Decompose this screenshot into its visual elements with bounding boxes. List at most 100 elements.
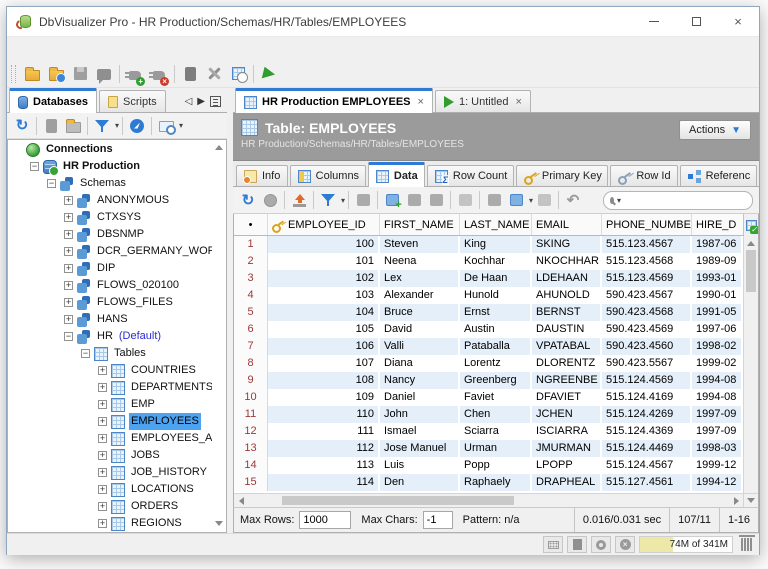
cell[interactable]: Chen — [460, 406, 532, 423]
insert-row-button[interactable] — [381, 189, 403, 211]
disconnect-button[interactable] — [147, 62, 171, 86]
column-header-email[interactable]: EMAIL — [532, 214, 602, 235]
close-button[interactable]: × — [717, 7, 759, 36]
tree-expander-icon[interactable]: + — [64, 281, 73, 290]
close-tab-icon[interactable]: × — [515, 96, 521, 108]
row-number[interactable]: 8 — [234, 355, 268, 372]
cell[interactable]: ISCIARRA — [532, 423, 602, 440]
cell[interactable]: Nancy — [380, 372, 460, 389]
tree-expander-icon[interactable]: + — [98, 468, 107, 477]
cell[interactable]: Steven — [380, 236, 460, 253]
cell[interactable]: 102 — [268, 270, 380, 287]
tree-node-regions[interactable]: + REGIONS — [9, 515, 212, 531]
tree-expander-icon[interactable]: + — [64, 230, 73, 239]
cell[interactable]: Luis — [380, 457, 460, 474]
tree-node-connections[interactable]: Connections — [9, 141, 212, 158]
cell[interactable]: LPOPP — [532, 457, 602, 474]
tree-expander-icon[interactable]: + — [64, 264, 73, 273]
cell[interactable]: De Haan — [460, 270, 532, 287]
row-number[interactable]: 7 — [234, 338, 268, 355]
scroll-right-icon[interactable] — [729, 494, 743, 508]
cell[interactable]: 1998-02 — [692, 338, 743, 355]
cell[interactable]: Greenberg — [460, 372, 532, 389]
cell[interactable]: Valli — [380, 338, 460, 355]
search-input[interactable] — [624, 193, 766, 208]
horizontal-scrollbar[interactable] — [234, 493, 758, 507]
tab-untitled[interactable]: 1: Untitled × — [435, 90, 531, 112]
tree-expander-icon[interactable]: + — [98, 451, 107, 460]
cell[interactable]: 101 — [268, 253, 380, 270]
cell[interactable]: 515.123.4569 — [602, 270, 692, 287]
tree-expander-icon[interactable]: + — [64, 213, 73, 222]
subtab-referenc[interactable]: Referenc — [680, 165, 757, 186]
tree-node-orders[interactable]: + ORDERS — [9, 498, 212, 515]
status-settings-button[interactable] — [591, 536, 611, 553]
table-row[interactable]: 1100StevenKingSKING515.123.45671987-06 — [234, 236, 743, 253]
table-row[interactable]: 11110JohnChenJCHEN515.124.42691997-09 — [234, 406, 743, 423]
max-chars-input[interactable] — [423, 511, 453, 529]
cell[interactable]: Alexander — [380, 287, 460, 304]
tree-node-hr[interactable]: − HR (Default) — [9, 328, 212, 345]
cell[interactable]: BERNST — [532, 304, 602, 321]
connect-selected-button[interactable] — [126, 115, 148, 137]
cell[interactable]: Ernst — [460, 304, 532, 321]
search-caret-icon[interactable]: ▾ — [617, 196, 621, 205]
subtab-primary-key[interactable]: Primary Key — [516, 165, 608, 186]
tree-node-dbsnmp[interactable]: + DBSNMP — [9, 226, 212, 243]
table-row[interactable]: 4103AlexanderHunoldAHUNOLD590.423.456719… — [234, 287, 743, 304]
tree-expander-icon[interactable]: − — [81, 349, 90, 358]
describe-button[interactable] — [483, 189, 505, 211]
cell[interactable]: 515.124.4469 — [602, 440, 692, 457]
table-row[interactable]: 6105DavidAustinDAUSTIN590.423.45691997-0… — [234, 321, 743, 338]
table-row[interactable]: 10109DanielFavietDFAVIET515.124.41691994… — [234, 389, 743, 406]
cell[interactable]: 590.423.4568 — [602, 304, 692, 321]
actions-button[interactable]: Actions ▼ — [679, 120, 751, 140]
export-button[interactable] — [288, 189, 310, 211]
row-number[interactable]: 15 — [234, 474, 268, 491]
cell[interactable]: 108 — [268, 372, 380, 389]
cell[interactable]: John — [380, 406, 460, 423]
cell[interactable]: 1994-08 — [692, 372, 743, 389]
table-row[interactable]: 9108NancyGreenbergNGREENBE515.124.456919… — [234, 372, 743, 389]
delete-row-button[interactable] — [425, 189, 447, 211]
cell[interactable]: 515.124.4269 — [602, 406, 692, 423]
column-header-employee_id[interactable]: EMPLOYEE_ID — [268, 214, 380, 235]
tree-node-anonymous[interactable]: + ANONYMOUS — [9, 192, 212, 209]
cell[interactable]: Austin — [460, 321, 532, 338]
cell[interactable]: 110 — [268, 406, 380, 423]
cell[interactable]: AHUNOLD — [532, 287, 602, 304]
tree-expander-icon[interactable]: + — [64, 247, 73, 256]
cell[interactable]: 515.124.4567 — [602, 457, 692, 474]
status-grid-button[interactable] — [543, 536, 563, 553]
tree-scroll-up-icon[interactable] — [214, 143, 224, 153]
cell[interactable]: 1994-12 — [692, 474, 743, 491]
cell[interactable]: Raphaely — [460, 474, 532, 491]
save-button[interactable] — [68, 62, 92, 86]
tree-node-dcr-germany-work2[interactable]: + DCR_GERMANY_WORK2 — [9, 243, 212, 260]
row-number[interactable]: 14 — [234, 457, 268, 474]
trash-icon[interactable] — [741, 538, 753, 551]
cell[interactable]: 515.124.4369 — [602, 423, 692, 440]
tree-node-ctxsys[interactable]: + CTXSYS — [9, 209, 212, 226]
cell[interactable]: 1997-09 — [692, 406, 743, 423]
tree-node-locations[interactable]: + LOCATIONS — [9, 481, 212, 498]
cell[interactable]: David — [380, 321, 460, 338]
new-sql-commander-button[interactable] — [257, 62, 281, 86]
row-number[interactable]: 12 — [234, 423, 268, 440]
tree-node-hans[interactable]: + HANS — [9, 311, 212, 328]
maximize-button[interactable] — [675, 7, 717, 36]
memory-indicator[interactable]: 74M of 341M — [639, 536, 733, 553]
cell[interactable]: 590.423.4560 — [602, 338, 692, 355]
cell[interactable]: DAUSTIN — [532, 321, 602, 338]
tree-node-dip[interactable]: + DIP — [9, 260, 212, 277]
tree-expander-icon[interactable]: − — [47, 179, 56, 188]
cell[interactable]: 107 — [268, 355, 380, 372]
tree-node-countries[interactable]: + COUNTRIES — [9, 362, 212, 379]
column-header-hire_d[interactable]: HIRE_D — [692, 214, 743, 235]
row-number[interactable]: 3 — [234, 270, 268, 287]
cell[interactable]: Pataballa — [460, 338, 532, 355]
row-number[interactable]: 13 — [234, 440, 268, 457]
cell[interactable]: King — [460, 236, 532, 253]
cell[interactable]: JCHEN — [532, 406, 602, 423]
column-header-last_name[interactable]: LAST_NAME — [460, 214, 532, 235]
